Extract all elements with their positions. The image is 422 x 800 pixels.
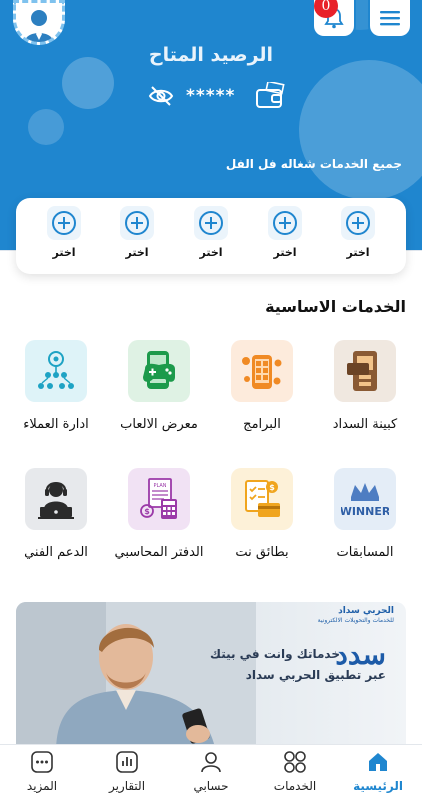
avatar[interactable] xyxy=(13,0,65,45)
notifications-button[interactable]: 0 xyxy=(312,0,356,38)
balance-row: ***** xyxy=(148,82,288,112)
balance-value: ***** xyxy=(186,86,236,106)
nav-label: الرئيسية xyxy=(353,779,403,793)
quick-actions-card: اختر اختر اختر اختر اختر xyxy=(16,198,406,274)
banner-logo: الحربي سداد للخدمات والتحويلات الالكترون… xyxy=(318,606,394,626)
quick-action[interactable]: اختر xyxy=(117,206,157,259)
service-label: معرض الالعاب xyxy=(120,417,198,432)
quick-action[interactable]: اختر xyxy=(338,206,378,259)
reports-icon xyxy=(87,749,167,775)
balance-title: الرصيد المتاح xyxy=(148,44,274,66)
user-icon xyxy=(171,749,251,775)
service-payment-booth[interactable]: كبينة السداد xyxy=(315,340,415,436)
service-games[interactable]: معرض الالعاب xyxy=(109,340,209,436)
nav-home[interactable]: الرئيسية xyxy=(338,749,418,793)
nav-account[interactable]: حسابي xyxy=(171,749,251,793)
nav-label: المزيد xyxy=(26,779,58,793)
plus-circle-icon xyxy=(194,206,228,240)
banner-brand: الحربي سداد xyxy=(338,606,394,616)
banner-person-image xyxy=(16,602,256,752)
decor-bubble xyxy=(28,109,64,145)
plus-circle-icon xyxy=(120,206,154,240)
avatar-person-icon xyxy=(25,10,53,42)
nav-label: حسابي xyxy=(193,779,229,793)
plus-circle-icon xyxy=(341,206,375,240)
banner-brand-sub: للخدمات والتحويلات الالكترونية xyxy=(317,617,394,624)
winner-crown-icon: WINNER xyxy=(334,468,396,530)
wallet-icon xyxy=(256,82,285,108)
quick-action-label: اختر xyxy=(199,246,223,259)
nav-label: الخدمات xyxy=(273,779,317,793)
section-title: الخدمات الاساسية xyxy=(265,297,406,316)
grid-icon xyxy=(255,749,335,775)
services-status: جميع الخدمات شغاله فل الفل xyxy=(225,157,402,171)
more-icon xyxy=(2,749,82,775)
banner-line2: عبر تطبيق الحربي سداد xyxy=(245,668,386,682)
banner-headline: سدد xyxy=(335,638,386,671)
service-customers[interactable]: ادارة العملاء xyxy=(6,340,106,436)
svg-text:WINNER: WINNER xyxy=(341,505,389,518)
service-label: الدفتر المحاسبي xyxy=(114,545,204,560)
eye-off-icon[interactable] xyxy=(148,85,174,107)
nav-reports[interactable]: التقارير xyxy=(87,749,167,793)
apps-icon xyxy=(231,340,293,402)
svg-text:PLAN: PLAN xyxy=(153,483,166,489)
net-cards-icon: $ xyxy=(231,468,293,530)
support-headset-icon xyxy=(25,468,87,530)
home-icon xyxy=(338,749,418,775)
phone-booth-icon xyxy=(334,340,396,402)
svg-text:$: $ xyxy=(144,507,150,516)
service-accounting-book[interactable]: PLAN $ الدفتر المحاسبي xyxy=(109,468,209,564)
quick-action-label: اختر xyxy=(346,246,370,259)
plus-circle-icon xyxy=(268,206,302,240)
nav-label: التقارير xyxy=(108,779,146,793)
service-competitions[interactable]: WINNER المسابقات xyxy=(315,468,415,564)
nav-services[interactable]: الخدمات xyxy=(255,749,335,793)
service-label: ادارة العملاء xyxy=(23,417,89,432)
service-label: كبينة السداد xyxy=(332,417,398,432)
accounting-book-icon: PLAN $ xyxy=(128,468,190,530)
service-net-cards[interactable]: $ بطائق نت xyxy=(212,468,312,564)
nav-more[interactable]: المزيد xyxy=(2,749,82,793)
menu-button[interactable] xyxy=(368,0,412,38)
hamburger-icon xyxy=(380,11,400,26)
service-label: البرامج xyxy=(243,417,281,432)
banner-line1: خدماتك وانت في بيتك xyxy=(210,647,340,661)
quick-action-label: اختر xyxy=(273,246,297,259)
service-programs[interactable]: البرامج xyxy=(212,340,312,436)
service-label: الدعم الفني xyxy=(24,545,88,560)
decor-bubble xyxy=(299,60,422,200)
bottom-nav: الرئيسية الخدمات حسابي التقارير المزيد xyxy=(0,744,422,800)
quick-action-label: اختر xyxy=(125,246,149,259)
svg-text:$: $ xyxy=(269,483,275,492)
plus-circle-icon xyxy=(47,206,81,240)
customers-network-icon xyxy=(25,340,87,402)
service-support[interactable]: الدعم الفني xyxy=(6,468,106,564)
service-label: بطائق نت xyxy=(235,545,289,560)
quick-action-label: اختر xyxy=(52,246,76,259)
service-label: المسابقات xyxy=(336,545,394,560)
quick-action[interactable]: اختر xyxy=(191,206,231,259)
quick-action[interactable]: اختر xyxy=(265,206,305,259)
quick-action[interactable]: اختر xyxy=(44,206,84,259)
promo-banner[interactable]: الحربي سداد للخدمات والتحويلات الالكترون… xyxy=(16,602,406,752)
gamepad-icon xyxy=(128,340,190,402)
